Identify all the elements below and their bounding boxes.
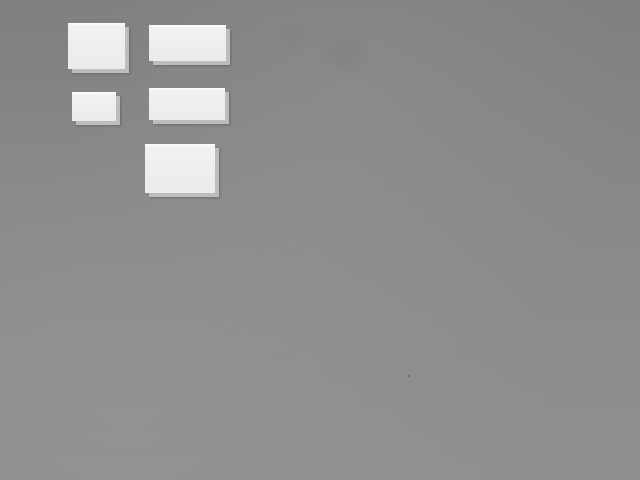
surface-smudge [330, 38, 360, 68]
surface-speck [408, 375, 410, 377]
white-block-bottom [145, 144, 215, 193]
surface-smudge [285, 30, 299, 44]
gray-background-surface [0, 0, 640, 480]
white-block-top-right [149, 25, 226, 61]
white-block-top-left [68, 23, 125, 69]
white-block-middle-left [72, 92, 116, 121]
white-block-middle-right [149, 88, 225, 120]
